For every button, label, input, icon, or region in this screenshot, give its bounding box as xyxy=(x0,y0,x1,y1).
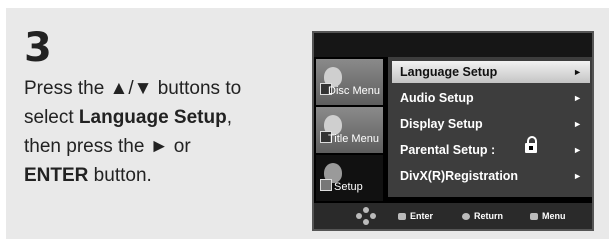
tab-title-menu[interactable]: Title Menu xyxy=(316,107,383,153)
tab-setup[interactable]: Setup xyxy=(316,155,383,201)
instruction-line-1: Press the ▲/▼ buttons to xyxy=(24,78,242,99)
instruction-line-3: then press the ► or xyxy=(24,136,191,157)
chevron-right-icon: ► xyxy=(573,93,582,103)
enter-hint: Enter xyxy=(398,211,433,221)
instruction-text: Press the ▲/▼ buttons to select Language… xyxy=(24,74,284,190)
menu-item-display-setup[interactable]: Display Setup ► xyxy=(392,113,590,135)
tab-setup-label: Setup xyxy=(334,181,363,193)
setup-icon xyxy=(320,179,332,191)
instruction-line-4: ENTER button. xyxy=(24,165,152,186)
right-arrow: ► xyxy=(149,136,169,157)
screen-top-bar xyxy=(314,33,592,57)
menu-item-divx-registration[interactable]: DivX(R)Registration ► xyxy=(392,165,590,187)
tab-title-menu-label: Title Menu xyxy=(328,133,379,145)
lock-icon xyxy=(525,136,537,153)
return-button-icon xyxy=(462,213,470,220)
menu-item-language-setup[interactable]: Language Setup ► xyxy=(392,61,590,83)
return-hint: Return xyxy=(462,211,503,221)
instruction-line-2: select Language Setup, xyxy=(24,107,232,128)
navigation-pad-icon xyxy=(356,207,376,225)
menu-button-icon xyxy=(530,213,538,220)
menu-item-parental-setup[interactable]: Parental Setup : ► xyxy=(392,136,590,161)
tab-disc-menu-label: Disc Menu xyxy=(328,85,380,97)
chevron-right-icon: ► xyxy=(573,119,582,129)
setup-screen: Disc Menu Title Menu Setup Language Setu… xyxy=(312,31,594,231)
screen-bottom-bar: Enter Return Menu xyxy=(314,203,592,229)
menu-item-audio-setup[interactable]: Audio Setup ► xyxy=(392,87,590,109)
chevron-right-icon: ► xyxy=(573,171,582,181)
menu-hint: Menu xyxy=(530,211,566,221)
up-down-arrows: ▲/▼ xyxy=(109,78,153,99)
chevron-right-icon: ► xyxy=(573,145,582,155)
setup-menu: Language Setup ► Audio Setup ► Display S… xyxy=(388,57,592,197)
side-tabs: Disc Menu Title Menu Setup xyxy=(316,57,383,205)
step-number: 3 xyxy=(24,25,52,71)
tab-disc-menu[interactable]: Disc Menu xyxy=(316,59,383,105)
chevron-right-icon: ► xyxy=(573,67,582,77)
enter-button-icon xyxy=(398,213,406,220)
